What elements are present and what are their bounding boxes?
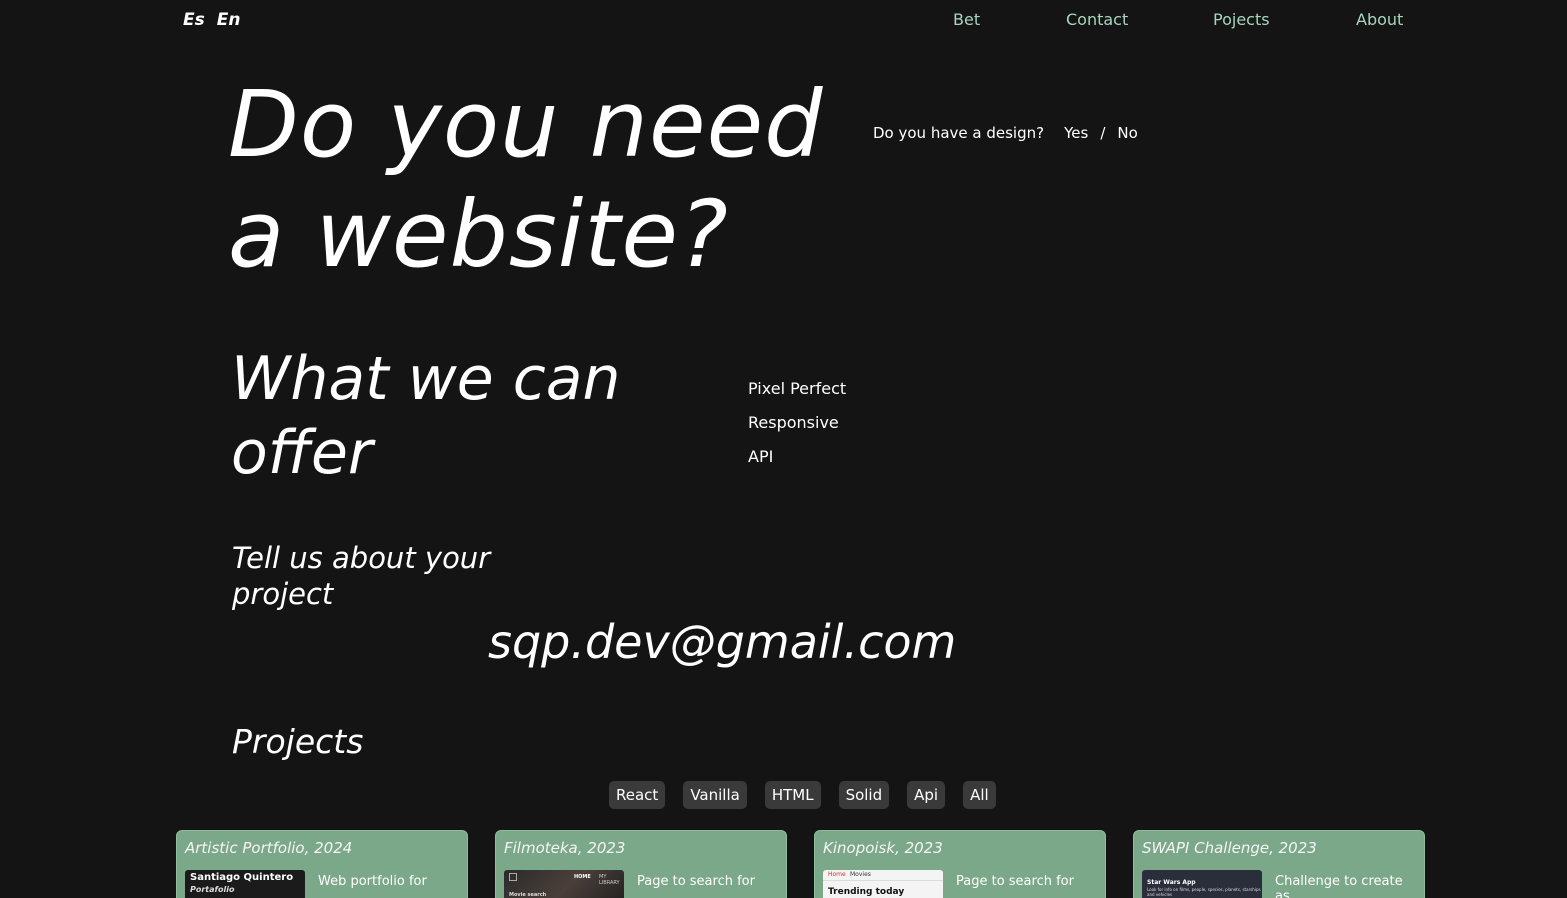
offer-item: Responsive (748, 413, 839, 432)
offer-title-line1: What we can (231, 344, 621, 414)
project-card-title: Filmoteka, 2023 (504, 839, 626, 857)
project-card-description: Web portfolio for (318, 874, 427, 889)
nav-link-contact[interactable]: Contact (1066, 10, 1128, 29)
project-filters: React Vanilla HTML Solid Api All (609, 781, 996, 809)
project-card-artistic-portfolio[interactable]: Artistic Portfolio, 2024 Santiago Quinte… (176, 830, 468, 898)
project-thumbnail[interactable]: HOME MY LIBRARY Movie search (504, 870, 624, 898)
design-no-button[interactable]: No (1117, 124, 1137, 142)
project-card-title: Artistic Portfolio, 2024 (185, 839, 353, 857)
hero-title-line1: Do you need (228, 71, 824, 178)
offer-item: Pixel Perfect (748, 379, 847, 398)
thumbnail-nav-movies: Movies (850, 871, 871, 878)
thumbnail-divider (823, 880, 943, 881)
filter-react-button[interactable]: React (609, 781, 666, 809)
thumbnail-subtitle: Movie search (509, 892, 547, 898)
thumbnail-library-label: MY LIBRARY (599, 874, 620, 886)
thumbnail-title: HOME (574, 874, 591, 880)
design-question: Do you have a design? Yes / No (873, 124, 1138, 142)
thumbnail-title: Star Wars App (1147, 879, 1196, 886)
offer-title: What we can offer (231, 342, 621, 490)
filter-vanilla-button[interactable]: Vanilla (683, 781, 747, 809)
project-thumbnail[interactable]: Home Movies Trending today (823, 870, 943, 898)
nav-link-projects[interactable]: Pojects (1213, 10, 1270, 29)
contact-title-line2: project (232, 577, 334, 611)
design-question-label: Do you have a design? (873, 124, 1045, 142)
project-card-kinopoisk[interactable]: Kinopoisk, 2023 Home Movies Trending tod… (814, 830, 1106, 898)
hero-title-line2: a website? (228, 181, 729, 288)
project-cards: Artistic Portfolio, 2024 Santiago Quinte… (176, 830, 1425, 898)
thumbnail-nav-home: Home (828, 871, 846, 878)
design-separator: / (1100, 124, 1106, 142)
filter-api-button[interactable]: Api (907, 781, 946, 809)
thumbnail-title: Trending today (828, 887, 905, 897)
project-card-description: Challenge to create as (1275, 874, 1403, 898)
offer-title-line2: offer (231, 418, 373, 488)
project-card-description: Page to search for (637, 874, 755, 889)
project-card-swapi[interactable]: SWAPI Challenge, 2023 Star Wars App Look… (1133, 830, 1425, 898)
filter-solid-button[interactable]: Solid (838, 781, 890, 809)
menu-icon (509, 873, 517, 881)
nav-link-bet[interactable]: Bet (953, 10, 980, 29)
offer-item: API (748, 447, 774, 466)
thumbnail-subtitle: Look for info on films, people, species,… (1147, 887, 1261, 897)
contact-title: Tell us about your project (232, 540, 512, 612)
project-thumbnail[interactable]: Star Wars App Look for info on films, pe… (1142, 870, 1262, 898)
filter-all-button[interactable]: All (963, 781, 996, 809)
projects-title: Projects (232, 722, 364, 761)
page: Es En Bet Contact Pojects About Do you n… (0, 0, 1567, 898)
offer-list: Pixel Perfect Responsive API (748, 372, 846, 474)
project-card-description: Page to search for (956, 874, 1074, 889)
project-card-title: Kinopoisk, 2023 (823, 839, 943, 857)
filter-html-button[interactable]: HTML (764, 781, 821, 809)
hero-title: Do you need a website? (228, 70, 824, 290)
design-yes-button[interactable]: Yes (1064, 124, 1088, 142)
thumbnail-title: Santiago Quintero (190, 872, 294, 883)
email-link[interactable]: sqp.dev@gmail.com (488, 615, 956, 669)
project-card-title: SWAPI Challenge, 2023 (1142, 839, 1317, 857)
nav-link-about[interactable]: About (1356, 10, 1403, 29)
main-nav: Bet Contact Pojects About (0, 10, 1567, 34)
thumbnail-subtitle: Portafolio (190, 885, 235, 894)
contact-title-line1: Tell us about your (232, 541, 491, 575)
project-thumbnail[interactable]: Santiago Quintero Portafolio (185, 870, 305, 898)
project-card-filmoteka[interactable]: Filmoteka, 2023 HOME MY LIBRARY Movie se… (495, 830, 787, 898)
